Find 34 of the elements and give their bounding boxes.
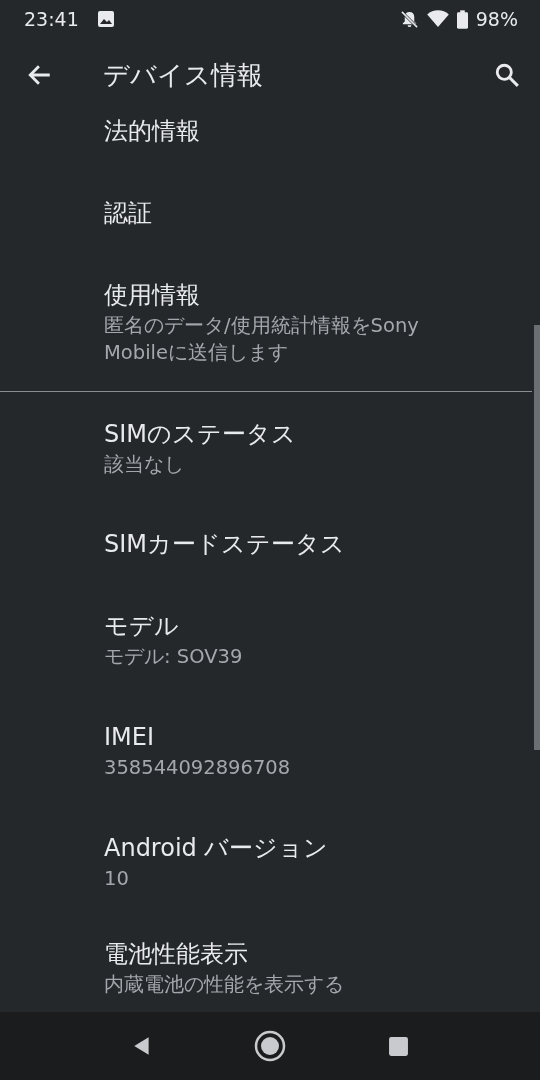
item-summary: 358544092896708 [104, 755, 292, 781]
home-icon[interactable] [254, 1030, 287, 1062]
item-title: 使用情報 [104, 280, 201, 311]
muted-bell-icon [399, 9, 419, 29]
item-summary: モデル: SOV39 [104, 644, 244, 670]
settings-item[interactable]: 認証 [0, 172, 532, 253]
settings-item[interactable]: SIMのステータス 該当なし [0, 392, 532, 503]
recents-icon[interactable] [388, 1035, 410, 1057]
image-icon [96, 10, 115, 28]
item-summary: 10 [104, 866, 130, 892]
item-title: モデル [104, 611, 180, 642]
item-summary: 匿名のデータ/使用統計情報をSony Mobileに送信します [104, 313, 420, 366]
item-title: 電池性能表示 [104, 939, 249, 970]
wifi-icon [426, 10, 449, 28]
item-title: 認証 [104, 197, 153, 229]
search-icon[interactable] [494, 62, 520, 88]
item-summary: 該当なし [104, 452, 185, 478]
settings-item[interactable]: Android バージョン 10 [0, 806, 532, 917]
settings-item[interactable]: SIMカードステータス [0, 503, 532, 584]
item-title: 法的情報 [104, 116, 201, 147]
item-title: SIMカードステータス [104, 528, 347, 560]
item-summary: 内蔵電池の性能を表示する [104, 972, 345, 998]
settings-item[interactable]: モデル モデル: SOV39 [0, 584, 532, 695]
clock: 23:41 [24, 8, 79, 30]
settings-item[interactable]: IMEI 358544092896708 [0, 695, 532, 806]
item-title: SIMのステータス [104, 419, 298, 450]
settings-item[interactable]: 電池性能表示 内蔵電池の性能を表示する [0, 917, 532, 1012]
item-title: IMEI [104, 722, 156, 753]
settings-item[interactable]: 法的情報 [0, 112, 532, 172]
battery-percentage: 98% [475, 8, 518, 30]
battery-icon [456, 9, 468, 29]
item-title: Android バージョン [104, 833, 330, 864]
screen-title: デバイス情報 [103, 58, 264, 92]
settings-item[interactable]: 使用情報 匿名のデータ/使用統計情報をSony Mobileに送信します [0, 253, 532, 391]
